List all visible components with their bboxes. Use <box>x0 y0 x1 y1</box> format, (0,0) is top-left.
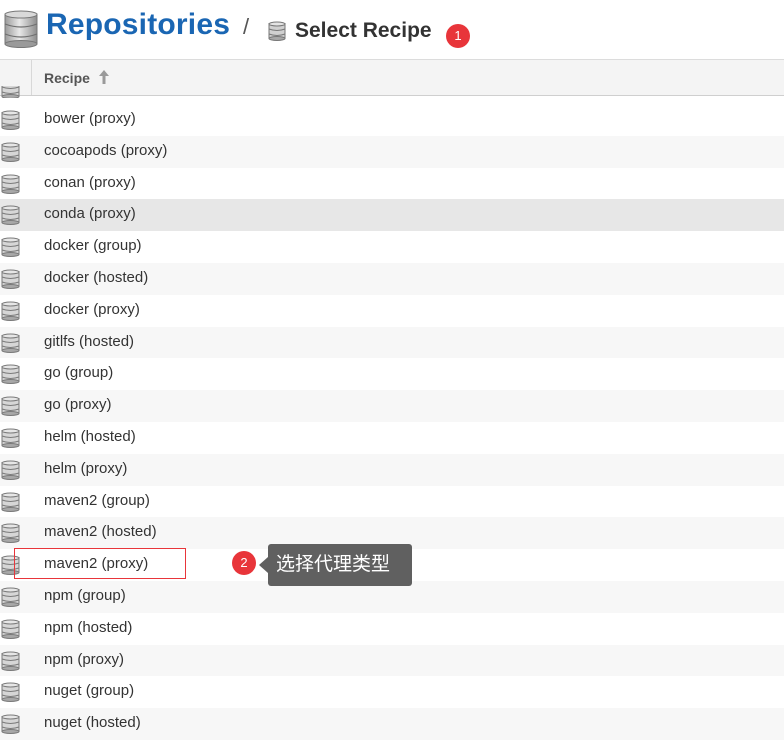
breadcrumb-current: Select Recipe <box>295 19 432 42</box>
database-icon <box>1 205 21 230</box>
table-row[interactable]: docker (group) <box>0 231 784 263</box>
database-icon <box>268 21 286 46</box>
table-row[interactable]: npm (proxy) <box>0 644 784 677</box>
database-icon <box>1 333 21 358</box>
table-row[interactable]: gitlfs (hosted) <box>0 326 784 359</box>
database-icon <box>1 460 21 485</box>
database-icon <box>1 619 21 644</box>
database-icon <box>1 174 21 199</box>
database-icon <box>1 492 21 517</box>
database-icon <box>1 587 21 612</box>
database-icon <box>1 396 21 421</box>
page-title[interactable]: Repositories <box>46 8 230 42</box>
table-row[interactable]: npm (hosted) <box>0 612 784 645</box>
database-icon <box>1 364 21 389</box>
recipe-name: docker (proxy) <box>44 300 140 318</box>
recipe-name: maven2 (group) <box>44 491 150 509</box>
recipe-name: npm (hosted) <box>44 618 133 636</box>
recipe-name: conda (proxy) <box>44 205 136 223</box>
database-icon <box>1 86 21 98</box>
table-row[interactable]: bower (proxy) <box>0 104 784 136</box>
table-row[interactable]: cocoapods (proxy) <box>0 135 784 168</box>
recipe-name: docker (hosted) <box>44 268 149 286</box>
database-icon <box>1 651 21 676</box>
recipe-name: conan (proxy) <box>44 173 136 191</box>
breadcrumb-separator: / <box>243 14 250 39</box>
recipe-name: helm (hosted) <box>44 427 136 445</box>
database-icon <box>1 523 21 548</box>
recipe-name: nuget (group) <box>44 682 135 700</box>
database-icon <box>1 714 21 739</box>
page-header: Repositories / Select Recipe <box>0 0 784 60</box>
database-icon <box>4 10 38 53</box>
tooltip-arrow <box>259 557 268 573</box>
recipe-name: go (proxy) <box>44 396 112 414</box>
recipe-name: nuget (hosted) <box>44 714 141 732</box>
recipe-name: npm (group) <box>44 586 126 604</box>
table-row[interactable]: helm (proxy) <box>0 453 784 486</box>
database-icon <box>1 301 21 326</box>
table-row[interactable]: nuget (hosted) <box>0 708 784 740</box>
recipe-name: docker (group) <box>44 237 142 255</box>
database-icon <box>1 142 21 167</box>
database-icon <box>1 237 21 262</box>
table-row[interactable]: nuget (group) <box>0 676 784 709</box>
table-row[interactable]: go (proxy) <box>0 390 784 422</box>
recipe-name: gitlfs (hosted) <box>44 332 135 350</box>
recipe-list: bower (proxy) cocoapods (proxy) conan (p… <box>0 104 784 740</box>
table-row[interactable]: docker (hosted) <box>0 262 784 295</box>
database-icon <box>1 428 21 453</box>
table-row[interactable]: go (group) <box>0 358 784 391</box>
recipe-name: npm (proxy) <box>44 650 125 668</box>
annotation-tooltip: 选择代理类型 <box>268 544 412 586</box>
step-badge-1: 1 <box>446 24 470 48</box>
table-row[interactable]: conan (proxy) <box>0 167 784 200</box>
recipe-name: bower (proxy) <box>44 110 136 127</box>
table-row[interactable]: maven2 (group) <box>0 485 784 518</box>
database-icon <box>1 110 21 135</box>
recipe-name: maven2 (hosted) <box>44 523 157 541</box>
select-recipe-page: Repositories / Select Recipe 1 Recipe bo… <box>0 0 784 742</box>
step-badge-2: 2 <box>232 551 256 575</box>
table-header: Recipe <box>0 59 784 96</box>
highlight-box-maven2-proxy <box>14 548 186 579</box>
database-icon <box>1 269 21 294</box>
sort-ascending-icon[interactable] <box>98 69 110 90</box>
table-row[interactable]: helm (hosted) <box>0 421 784 454</box>
table-row[interactable]: conda (proxy) <box>0 199 784 232</box>
column-header-recipe[interactable]: Recipe <box>44 70 90 86</box>
recipe-name: helm (proxy) <box>44 459 128 477</box>
recipe-name: go (group) <box>44 364 114 382</box>
table-row[interactable]: docker (proxy) <box>0 294 784 327</box>
recipe-name: cocoapods (proxy) <box>44 141 168 159</box>
database-icon <box>1 682 21 707</box>
